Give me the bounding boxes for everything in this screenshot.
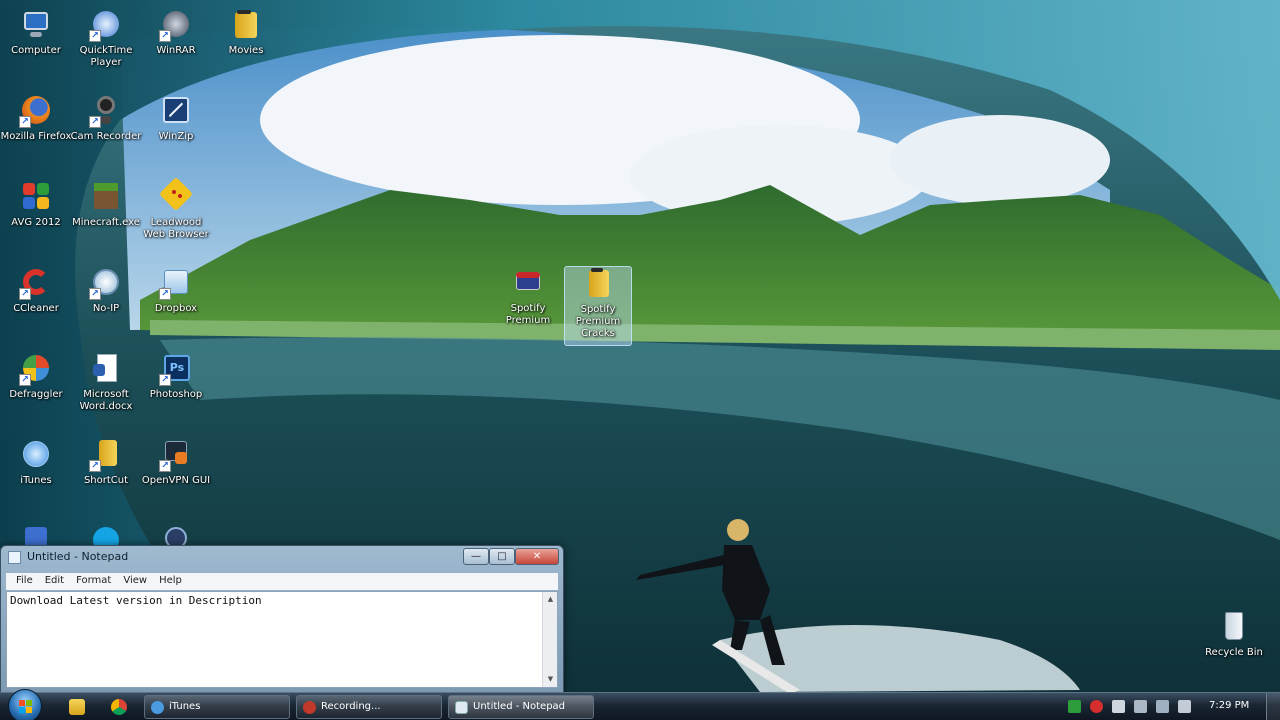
- recycle-bin-icon: [1217, 610, 1251, 644]
- desktop-icon-avg[interactable]: AVG 2012: [0, 180, 72, 229]
- firefox-icon: ↗: [19, 94, 53, 128]
- close-button[interactable]: ✕: [515, 548, 559, 565]
- record-icon: [303, 701, 316, 714]
- desktop-icon-dropbox[interactable]: ↗ Dropbox: [140, 266, 212, 315]
- desktop-icon-itunes[interactable]: iTunes: [0, 438, 72, 487]
- quicktime-icon: ↗: [89, 8, 123, 42]
- menu-help[interactable]: Help: [153, 573, 188, 590]
- itunes-icon: [151, 701, 164, 714]
- desktop-icon-movies[interactable]: Movies: [210, 8, 282, 57]
- winrar-icon: ↗: [159, 8, 193, 42]
- text-editor[interactable]: Download Latest version in Description ▲…: [6, 591, 558, 688]
- desktop-icon-defraggler[interactable]: ↗ Defraggler: [0, 352, 72, 401]
- browser-icon: [159, 177, 193, 214]
- tray-network-icon[interactable]: [1134, 700, 1147, 713]
- avg-icon: [19, 180, 53, 214]
- taskbar-button-notepad[interactable]: Untitled - Notepad: [448, 695, 594, 719]
- windows-logo-icon: [19, 700, 33, 714]
- shortcut-icon: ↗: [89, 438, 123, 472]
- notepad-window[interactable]: Untitled - Notepad — □ ✕ File Edit Forma…: [0, 545, 564, 693]
- notepad-titlebar[interactable]: Untitled - Notepad — □ ✕: [1, 546, 563, 568]
- show-desktop-button[interactable]: [1266, 693, 1280, 720]
- ccleaner-icon: ↗: [19, 266, 53, 300]
- webcam-icon: ↗: [89, 94, 123, 128]
- tray-avg-icon[interactable]: [1068, 700, 1081, 713]
- defraggler-icon: ↗: [19, 352, 53, 386]
- desktop-icon-spotify-premium-cracks[interactable]: Spotify Premium Cracks: [564, 266, 632, 346]
- desktop-icon-minecraft[interactable]: Minecraft.exe: [70, 180, 142, 229]
- editor-content[interactable]: Download Latest version in Description: [10, 594, 262, 607]
- minimize-button[interactable]: —: [463, 548, 489, 565]
- desktop-icon-noip[interactable]: ↗ No-IP: [70, 266, 142, 315]
- tray-flag-icon[interactable]: [1156, 700, 1169, 713]
- desktop-icon-firefox[interactable]: ↗ Mozilla Firefox: [0, 94, 72, 143]
- notepad-icon: [455, 701, 468, 714]
- maximize-button[interactable]: □: [489, 548, 515, 565]
- word-doc-icon: [89, 352, 123, 386]
- desktop-icon-spotify-premium[interactable]: Spotify Premium: [492, 266, 564, 327]
- tray-antivirus-icon[interactable]: [1090, 700, 1103, 713]
- vertical-scrollbar[interactable]: ▲ ▼: [542, 592, 557, 687]
- scroll-down-icon[interactable]: ▼: [543, 672, 558, 687]
- winzip-icon: [159, 94, 193, 128]
- clock[interactable]: 7:29 PM: [1209, 700, 1249, 711]
- desktop-icon-photoshop[interactable]: Ps ↗ Photoshop: [140, 352, 212, 401]
- spotify-installer-icon: [511, 266, 545, 300]
- tray-volume-icon[interactable]: [1112, 700, 1125, 713]
- folder-icon: [229, 8, 263, 42]
- chrome-icon: [111, 699, 127, 715]
- desktop-icon-word-doc[interactable]: Microsoft Word.docx: [70, 352, 142, 413]
- desktop-icon-quicktime[interactable]: ↗ QuickTime Player: [70, 8, 142, 69]
- itunes-icon: [19, 438, 53, 472]
- taskbar: iTunes Recording... Untitled - Notepad 7…: [0, 689, 1280, 720]
- menu-bar: File Edit Format View Help: [6, 573, 558, 590]
- desktop-icon-openvpn[interactable]: ↗ OpenVPN GUI: [140, 438, 212, 487]
- noip-icon: ↗: [89, 266, 123, 300]
- taskbar-pin-chrome[interactable]: [102, 695, 136, 719]
- notepad-icon: [8, 551, 21, 564]
- taskbar-button-itunes[interactable]: iTunes: [144, 695, 290, 719]
- desktop-icon-computer[interactable]: Computer: [0, 8, 72, 57]
- dropbox-icon: ↗: [159, 266, 193, 300]
- desktop-icon-shortcut[interactable]: ↗ ShortCut: [70, 438, 142, 487]
- folder-icon: [69, 699, 85, 715]
- menu-file[interactable]: File: [10, 573, 39, 590]
- menu-format[interactable]: Format: [70, 573, 117, 590]
- taskbar-pin-explorer[interactable]: [60, 695, 94, 719]
- taskbar-button-recording[interactable]: Recording...: [296, 695, 442, 719]
- desktop-icon-recycle-bin[interactable]: Recycle Bin: [1198, 610, 1270, 659]
- menu-view[interactable]: View: [117, 573, 153, 590]
- window-title: Untitled - Notepad: [27, 550, 129, 563]
- minecraft-icon: [89, 180, 123, 214]
- start-button[interactable]: [8, 689, 42, 720]
- tray-monitor-icon[interactable]: [1178, 700, 1191, 713]
- photoshop-icon: Ps ↗: [159, 352, 193, 386]
- desktop-icon-winzip[interactable]: WinZip: [140, 94, 212, 143]
- desktop-icon-web-browser[interactable]: Leadwood Web Browser: [140, 177, 212, 241]
- scroll-up-icon[interactable]: ▲: [543, 592, 558, 607]
- openvpn-icon: ↗: [159, 438, 193, 472]
- desktop-icon-ccleaner[interactable]: ↗ CCleaner: [0, 266, 72, 315]
- folder-icon: [581, 267, 615, 301]
- computer-icon: [19, 8, 53, 42]
- menu-edit[interactable]: Edit: [39, 573, 70, 590]
- desktop-icon-winrar[interactable]: ↗ WinRAR: [140, 8, 212, 57]
- desktop-icon-cam-recorder[interactable]: ↗ Cam Recorder: [70, 94, 142, 143]
